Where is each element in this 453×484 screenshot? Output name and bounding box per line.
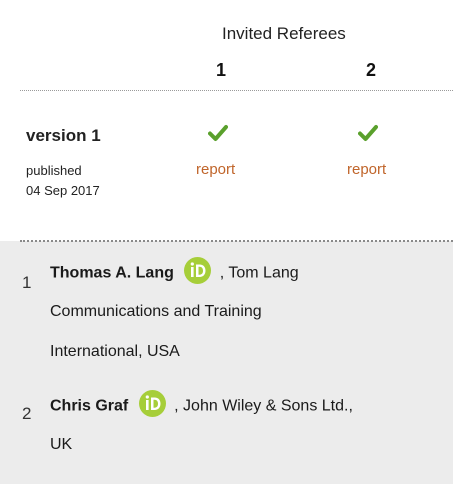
referee-name[interactable]: Thomas A. Lang — [50, 265, 174, 282]
version-label: version 1 — [26, 126, 101, 145]
orcid-icon[interactable] — [184, 257, 212, 284]
invited-referees-heading: Invited Referees — [222, 24, 346, 43]
referee-line: Chris Graf , John Wiley & Sons Ltd., — [50, 390, 353, 417]
referee-status-panel: Invited Referees 1 2 version 1 published… — [0, 0, 453, 484]
referee-number: 1 — [22, 273, 32, 292]
published-label: published — [26, 163, 82, 178]
published-date: 04 Sep 2017 — [26, 183, 100, 198]
referee-status-table: Invited Referees 1 2 version 1 published… — [0, 0, 453, 241]
referee-line: Thomas A. Lang , Tom Lang — [50, 257, 299, 284]
header-divider — [20, 90, 453, 91]
referee-column-1-number: 1 — [216, 60, 227, 80]
check-icon — [358, 125, 378, 141]
check-icon — [208, 125, 228, 141]
referee-2-report-link[interactable]: report — [347, 161, 386, 178]
referee-affiliation: , John Wiley & Sons Ltd., — [174, 397, 353, 415]
referee-1-report-link[interactable]: report — [196, 161, 235, 178]
referee-column-2-number: 2 — [366, 60, 377, 80]
table-bottom-divider — [20, 240, 453, 242]
referee-affiliation-line: UK — [50, 436, 73, 453]
referee-affiliation-line: Communications and Training — [50, 303, 262, 320]
referee-name[interactable]: Chris Graf — [50, 398, 128, 415]
referee-number: 2 — [22, 404, 32, 423]
referee-affiliation-line: International, USA — [50, 343, 180, 360]
orcid-icon[interactable] — [138, 390, 166, 417]
referee-affiliation: , Tom Lang — [219, 264, 299, 282]
